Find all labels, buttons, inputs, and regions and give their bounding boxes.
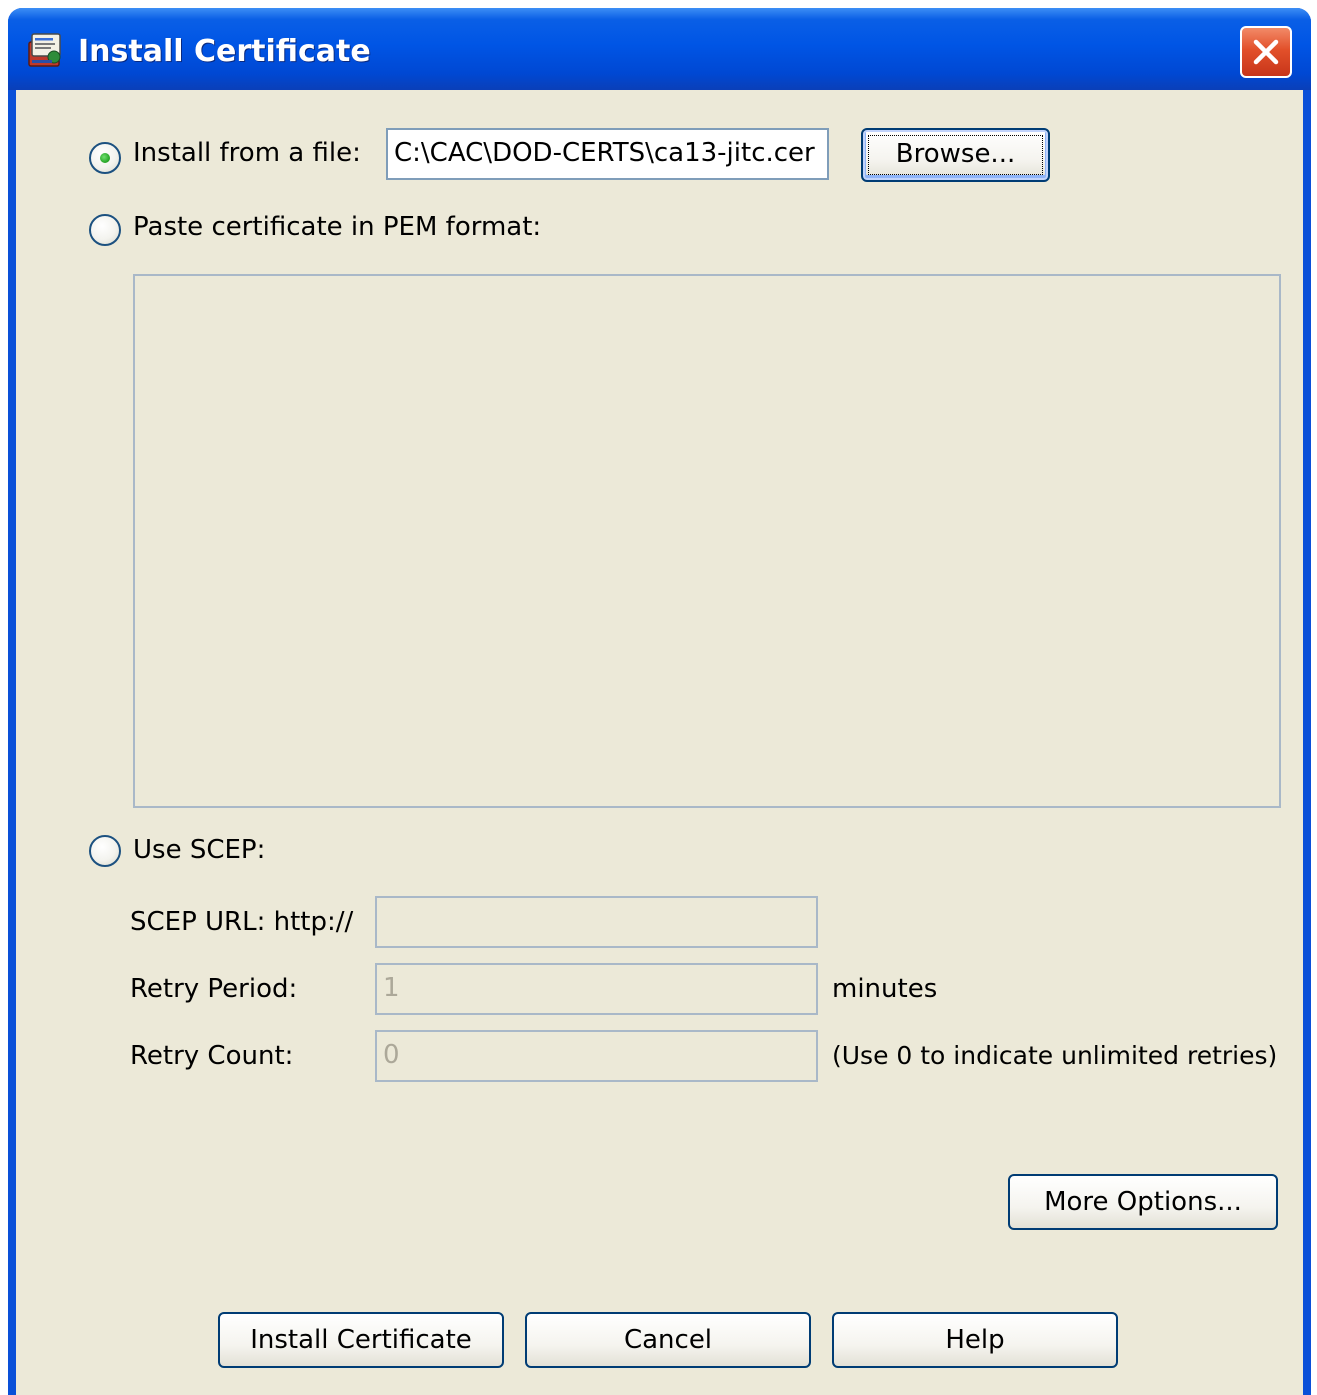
scep-url-input[interactable]	[375, 896, 818, 948]
install-from-file-radio[interactable]	[89, 142, 121, 174]
pem-text-area[interactable]	[133, 274, 1281, 808]
retry-period-input[interactable]: 1	[375, 963, 818, 1015]
install-from-file-label: Install from a file:	[133, 138, 361, 168]
help-button[interactable]: Help	[832, 1312, 1118, 1368]
certificate-app-icon	[26, 30, 66, 70]
retry-count-hint: (Use 0 to indicate unlimited retries)	[832, 1041, 1278, 1070]
file-path-input[interactable]: C:\CAC\DOD-CERTS\ca13-jitc.cer	[386, 128, 829, 180]
close-button[interactable]	[1240, 26, 1292, 78]
focus-rectangle	[868, 135, 1043, 175]
browse-button[interactable]: Browse...	[861, 128, 1050, 182]
window-title: Install Certificate	[78, 34, 371, 69]
retry-period-unit: minutes	[832, 974, 938, 1004]
retry-count-label: Retry Count:	[130, 1041, 294, 1071]
paste-pem-label: Paste certificate in PEM format:	[133, 212, 542, 242]
retry-period-label: Retry Period:	[130, 974, 298, 1004]
install-certificate-dialog: Install Certificate Install from a file:…	[8, 8, 1311, 1395]
dialog-body: Install from a file: C:\CAC\DOD-CERTS\ca…	[16, 90, 1303, 1395]
more-options-button[interactable]: More Options...	[1008, 1174, 1278, 1230]
scep-url-label: SCEP URL: http://	[130, 907, 354, 937]
install-certificate-button[interactable]: Install Certificate	[218, 1312, 504, 1368]
radio-selected-dot	[100, 153, 110, 163]
cancel-button[interactable]: Cancel	[525, 1312, 811, 1368]
use-scep-radio[interactable]	[89, 835, 121, 867]
title-bar[interactable]: Install Certificate	[8, 8, 1311, 90]
close-icon	[1253, 39, 1279, 65]
retry-count-input[interactable]: 0	[375, 1030, 818, 1082]
use-scep-label: Use SCEP:	[133, 835, 266, 865]
paste-pem-radio[interactable]	[89, 214, 121, 246]
